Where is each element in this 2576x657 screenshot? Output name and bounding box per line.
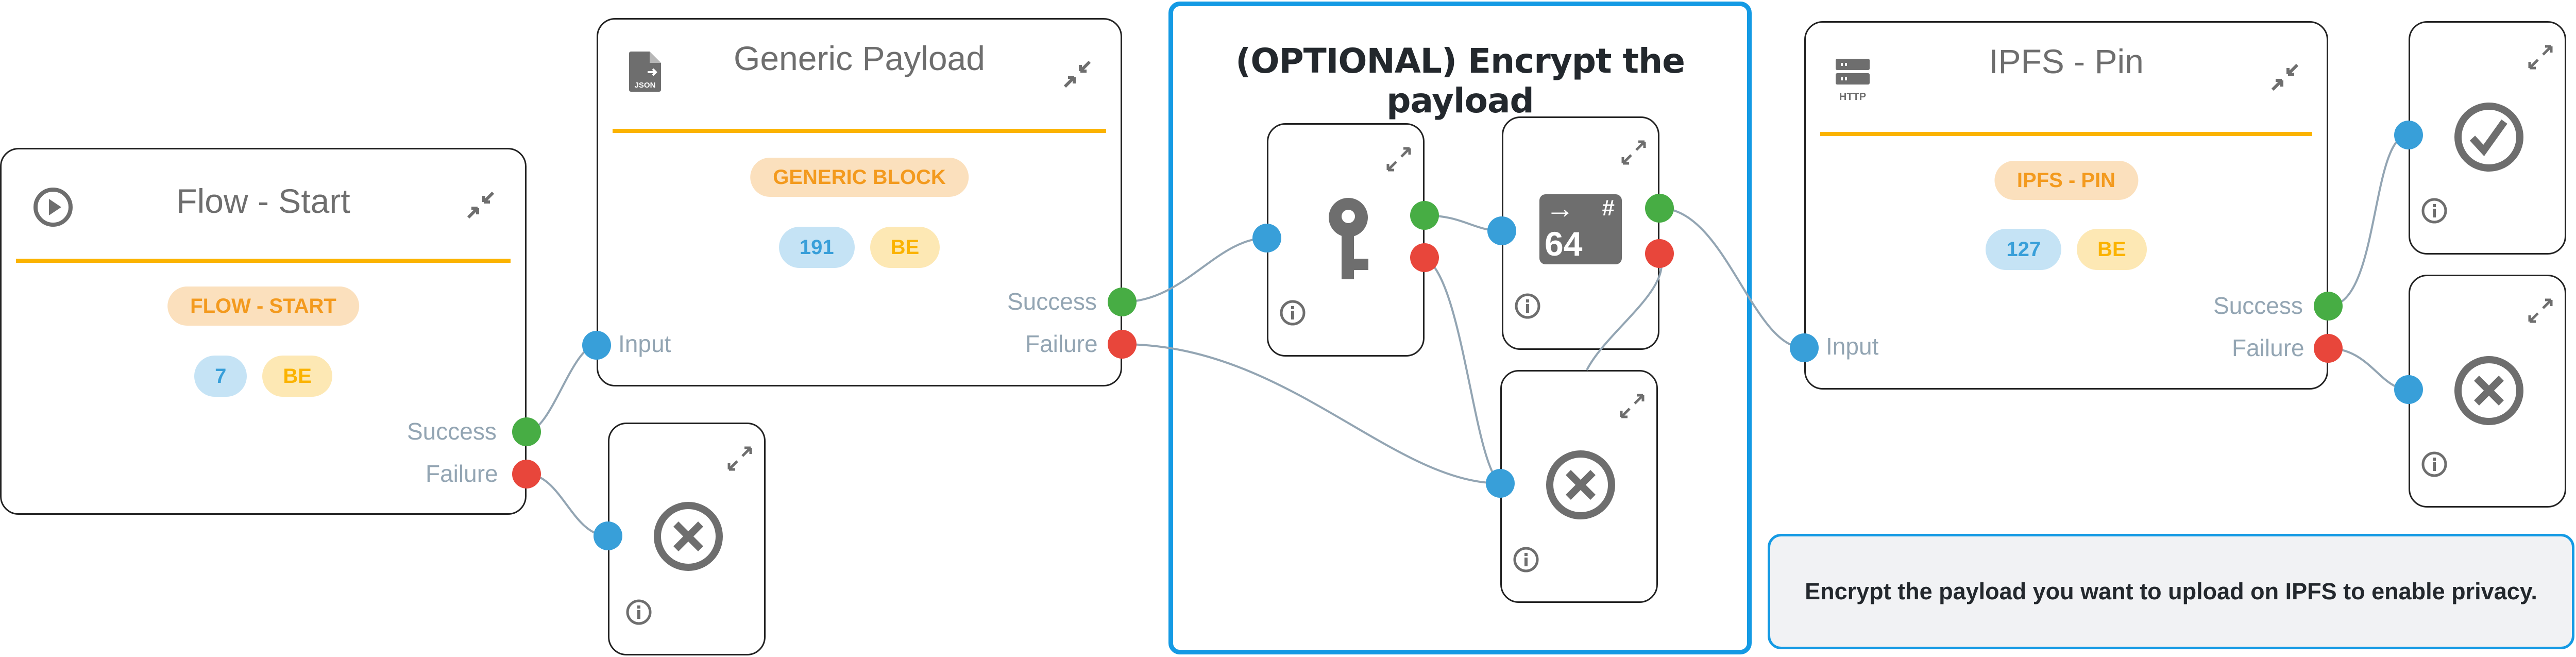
port-label-success: Success bbox=[2213, 292, 2303, 319]
node-title: IPFS - Pin bbox=[1989, 42, 2144, 80]
node-error-1[interactable] bbox=[608, 423, 766, 655]
port-success[interactable] bbox=[1645, 194, 1674, 223]
group-title: (OPTIONAL) Encrypt the payload bbox=[1235, 41, 1685, 121]
optional-encrypt-group[interactable]: (OPTIONAL) Encrypt the payload bbox=[1168, 2, 1752, 654]
annotation-note: Encrypt the payload you want to upload o… bbox=[1768, 534, 2574, 649]
port-success[interactable] bbox=[1410, 201, 1439, 230]
tag-badge: BE bbox=[262, 356, 332, 397]
info-icon[interactable] bbox=[2420, 197, 2448, 225]
badges: 127 BE bbox=[1806, 229, 2327, 270]
port-failure[interactable] bbox=[1410, 243, 1439, 272]
port-label-failure: Failure bbox=[426, 460, 498, 487]
wire-start-success-to-payload bbox=[526, 344, 597, 433]
node-title: Generic Payload bbox=[734, 39, 985, 77]
base64-arrow: → bbox=[1546, 192, 1574, 224]
port-failure[interactable] bbox=[2314, 334, 2343, 363]
node-success-end[interactable] bbox=[2409, 21, 2566, 255]
port-failure[interactable] bbox=[1108, 330, 1137, 359]
expand-icon[interactable] bbox=[2528, 298, 2553, 324]
port-input[interactable] bbox=[582, 331, 611, 360]
port-input[interactable] bbox=[1790, 333, 1819, 362]
id-badge: 191 bbox=[778, 227, 855, 268]
port-failure[interactable] bbox=[1645, 239, 1674, 268]
badges: 191 BE bbox=[598, 227, 1121, 268]
node-divider bbox=[613, 129, 1106, 133]
port-input[interactable] bbox=[1487, 216, 1516, 245]
collapse-icon[interactable] bbox=[465, 190, 496, 221]
type-badge: FLOW - START bbox=[167, 287, 359, 326]
node-base64-encode[interactable]: → # 64 bbox=[1502, 116, 1659, 350]
info-icon[interactable] bbox=[625, 598, 653, 626]
port-success[interactable] bbox=[2314, 292, 2343, 321]
port-success[interactable] bbox=[1108, 288, 1137, 316]
tag-badge: BE bbox=[2077, 229, 2147, 270]
collapse-icon[interactable] bbox=[1062, 59, 1093, 90]
check-circle-icon bbox=[2454, 103, 2523, 172]
tag-badge: BE bbox=[870, 227, 940, 268]
type-badge: GENERIC BLOCK bbox=[750, 158, 969, 197]
port-input[interactable] bbox=[1486, 469, 1515, 498]
wire-ipfs-success-to-check bbox=[2328, 134, 2409, 307]
port-failure[interactable] bbox=[512, 460, 541, 488]
expand-icon[interactable] bbox=[1621, 140, 1647, 165]
port-label-failure: Failure bbox=[2232, 334, 2304, 361]
info-icon[interactable] bbox=[1514, 292, 1541, 320]
error-circle-icon bbox=[1546, 450, 1615, 519]
info-icon[interactable] bbox=[2420, 450, 2448, 478]
base64-number: 64 bbox=[1545, 225, 1583, 263]
port-input[interactable] bbox=[2394, 121, 2423, 149]
collapse-icon[interactable] bbox=[2269, 62, 2300, 93]
key-icon bbox=[1329, 198, 1368, 279]
node-divider bbox=[1820, 132, 2312, 136]
port-input[interactable] bbox=[2394, 375, 2423, 404]
expand-icon[interactable] bbox=[1619, 393, 1645, 419]
expand-icon[interactable] bbox=[2528, 44, 2553, 70]
expand-icon[interactable] bbox=[1386, 146, 1412, 172]
error-circle-icon bbox=[2454, 356, 2523, 425]
id-badge: 7 bbox=[194, 356, 247, 397]
node-title: Flow - Start bbox=[176, 182, 350, 220]
port-label-input: Input bbox=[618, 330, 671, 357]
node-error-2[interactable] bbox=[1500, 370, 1658, 603]
node-encrypt-key[interactable] bbox=[1267, 123, 1425, 357]
info-icon[interactable] bbox=[1279, 299, 1307, 327]
expand-icon[interactable] bbox=[727, 446, 753, 471]
port-input[interactable] bbox=[594, 521, 622, 550]
badges: 7 BE bbox=[2, 356, 525, 397]
error-circle-icon bbox=[654, 502, 723, 571]
base64-hash: # bbox=[1602, 195, 1615, 221]
info-icon[interactable] bbox=[1512, 546, 1540, 574]
type-badge: IPFS - PIN bbox=[1994, 161, 2139, 200]
base64-encode-icon: → # 64 bbox=[1539, 192, 1622, 264]
port-input[interactable] bbox=[1252, 224, 1281, 252]
node-divider bbox=[16, 259, 511, 263]
port-label-input: Input bbox=[1826, 333, 1879, 360]
port-label-success: Success bbox=[407, 418, 497, 445]
id-badge: 127 bbox=[1986, 229, 2062, 270]
port-label-success: Success bbox=[1007, 288, 1097, 315]
wire-start-failure-to-error1 bbox=[526, 473, 608, 537]
port-success[interactable] bbox=[512, 417, 541, 446]
port-label-failure: Failure bbox=[1025, 330, 1098, 357]
node-error-3[interactable] bbox=[2409, 275, 2566, 508]
